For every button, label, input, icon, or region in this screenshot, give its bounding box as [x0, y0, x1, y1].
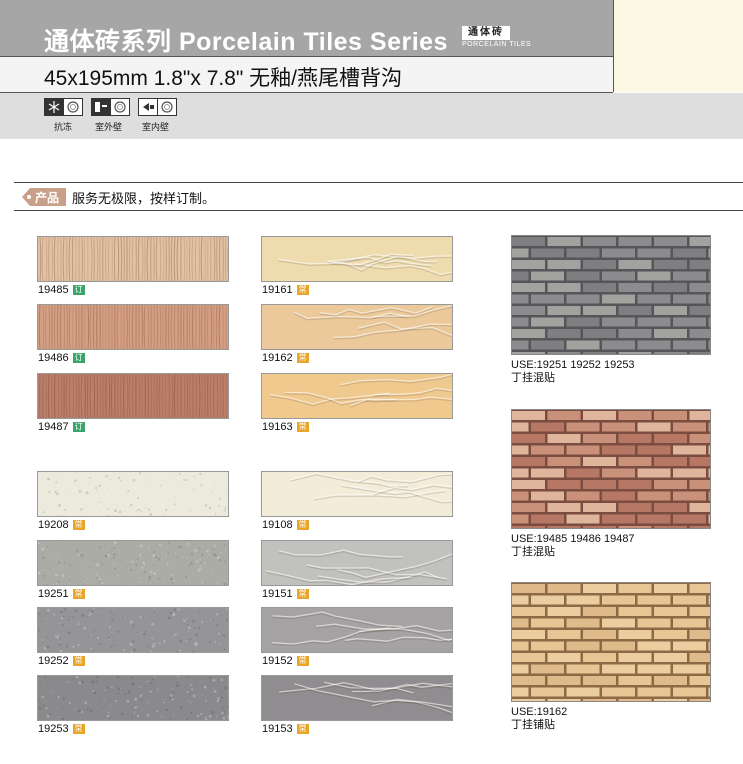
tile-code: 19253 常 — [38, 723, 85, 735]
tile-code-text: 19486 — [38, 352, 69, 364]
wall-use-codes: USE:19485 19486 19487 — [511, 533, 635, 545]
snowflake-icon — [44, 98, 64, 116]
tile-code: 19108 常 — [262, 519, 309, 531]
tile-code-text: 19487 — [38, 421, 69, 433]
circle-icon — [110, 98, 130, 116]
indoor-wall-icon — [138, 98, 158, 116]
tile-code: 19163 常 — [262, 421, 309, 433]
brick-wall-sample — [511, 409, 711, 529]
outdoor-wall-icon — [91, 98, 111, 116]
header-side-panel — [613, 0, 743, 92]
feature-label: 室内壁 — [142, 122, 170, 132]
wall-use-codes: USE:19251 19252 19253 — [511, 359, 635, 371]
tile-badge: 常 — [296, 656, 309, 666]
tile-badge: 订 — [72, 422, 85, 432]
divider — [14, 210, 743, 211]
tile-code-text: 19163 — [262, 421, 293, 433]
tile-code: 19251 常 — [38, 588, 85, 600]
tile-code-text: 19251 — [38, 588, 69, 600]
brand-logo: 通体砖 PORCELAIN TILES — [462, 26, 544, 50]
tile-code-text: 19152 — [262, 655, 293, 667]
feature-label: 室外壁 — [95, 122, 123, 132]
tile-badge: 常 — [296, 589, 309, 599]
page-title: 通体砖系列 Porcelain Tiles Series — [44, 28, 448, 56]
tile-code-text: 19108 — [262, 519, 293, 531]
divider — [14, 182, 743, 183]
wall-use-codes: USE:19162 — [511, 706, 568, 718]
tile-badge: 常 — [296, 422, 309, 432]
feature-frost-resistant: 抗冻 — [44, 98, 84, 136]
tile-swatch — [261, 540, 453, 587]
tile-swatch — [37, 236, 230, 284]
tile-badge: 常 — [72, 520, 85, 530]
tile-code-text: 19162 — [262, 352, 293, 364]
size-spec: 45x195mm 1.8"x 7.8" 无釉/燕尾槽背沟 — [44, 67, 403, 90]
tile-code-text: 19208 — [38, 519, 69, 531]
tile-code-text: 19153 — [262, 723, 293, 735]
tile-code: 19487 订 — [38, 421, 85, 433]
wall-method: 丁挂铺贴 — [511, 719, 555, 731]
tile-swatch — [261, 303, 494, 350]
tile-badge: 常 — [296, 520, 309, 530]
wall-method: 丁挂混贴 — [511, 546, 555, 558]
tile-code-text: 19485 — [38, 284, 69, 296]
brick-wall-sample — [511, 235, 711, 355]
tile-code: 19161 常 — [262, 284, 309, 296]
tile-swatch — [37, 373, 231, 421]
tile-code: 19486 订 — [38, 352, 85, 364]
tile-swatch — [261, 372, 502, 419]
tile-badge: 常 — [72, 589, 85, 599]
tile-code: 19162 常 — [262, 352, 309, 364]
wall-caption: USE:19485 19486 19487 丁挂混贴 — [511, 533, 635, 559]
wall-caption: USE:19251 19252 19253 丁挂混贴 — [511, 359, 635, 385]
tile-swatch — [261, 236, 470, 282]
tile-badge: 常 — [296, 724, 309, 734]
tile-code: 19152 常 — [262, 655, 309, 667]
wall-method: 丁挂混贴 — [511, 372, 555, 384]
tile-swatch — [261, 607, 496, 653]
tile-badge: 订 — [72, 353, 85, 363]
tile-code-text: 19252 — [38, 655, 69, 667]
tile-code-text: 19253 — [38, 723, 69, 735]
tile-code-text: 19161 — [262, 284, 293, 296]
tile-code: 19153 常 — [262, 723, 309, 735]
tile-code: 19208 常 — [38, 519, 85, 531]
tile-swatch — [37, 540, 230, 589]
circle-icon — [157, 98, 177, 116]
tile-badge: 常 — [72, 656, 85, 666]
circle-icon — [63, 98, 83, 116]
logo-en: PORCELAIN TILES — [462, 41, 532, 48]
tile-swatch — [261, 675, 500, 721]
brick-wall-sample — [511, 582, 711, 702]
tile-badge: 常 — [296, 285, 309, 295]
tile-code: 19151 常 — [262, 588, 309, 600]
feature-label: 抗冻 — [54, 122, 73, 132]
tile-code: 19485 订 — [38, 284, 85, 296]
tile-code-text: 19151 — [262, 588, 293, 600]
wall-caption: USE:19162 丁挂铺贴 — [511, 706, 567, 732]
tile-badge: 订 — [72, 285, 85, 295]
product-tag: 产品 — [22, 186, 66, 208]
feature-outdoor-wall: 室外壁 — [91, 98, 131, 136]
tile-swatch — [37, 471, 230, 519]
product-slogan: 服务无极限，按样订制。 — [72, 191, 216, 206]
product-tag-label: 产品 — [35, 191, 60, 205]
tile-badge: 常 — [72, 724, 85, 734]
tile-swatch — [36, 607, 229, 655]
tile-code: 19252 常 — [38, 655, 85, 667]
tile-swatch — [37, 304, 230, 352]
tile-swatch — [37, 674, 231, 724]
feature-indoor-wall: 室内壁 — [138, 98, 178, 136]
logo-cn: 通体砖 — [462, 26, 510, 40]
tile-swatch — [261, 471, 496, 517]
tile-badge: 常 — [296, 353, 309, 363]
